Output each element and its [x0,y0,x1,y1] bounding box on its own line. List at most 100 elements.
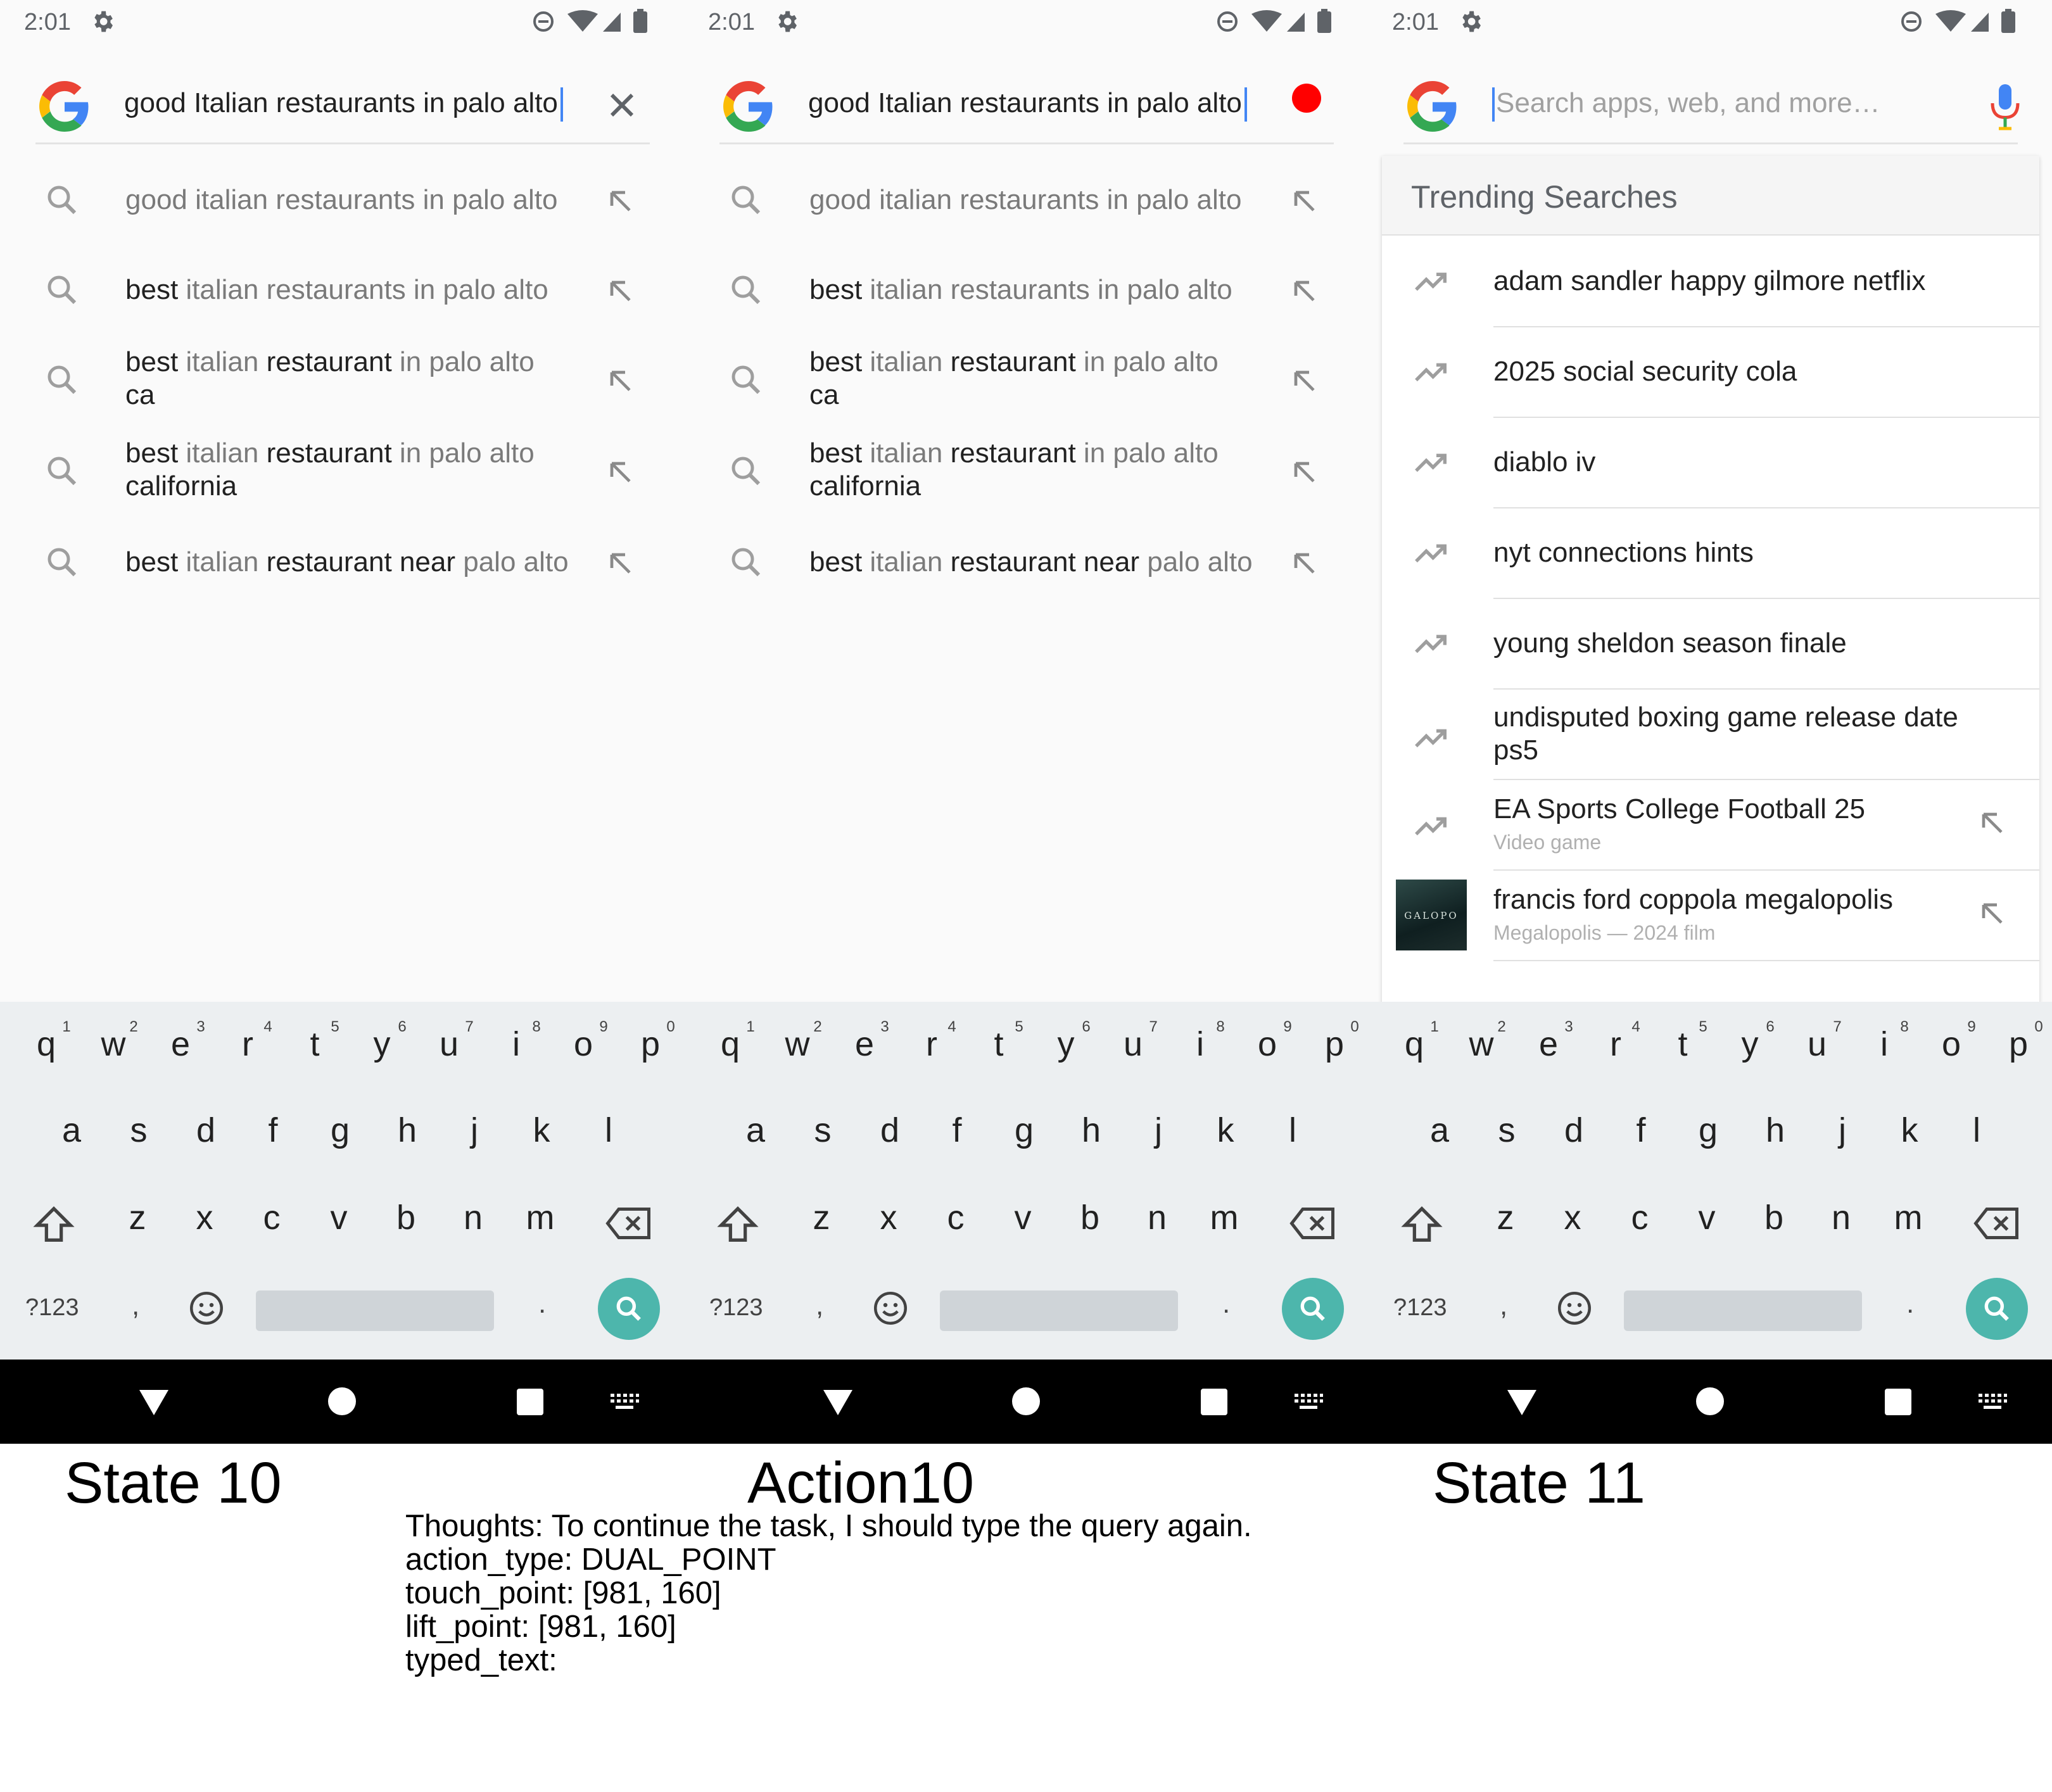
shift-icon[interactable] [1400,1203,1444,1247]
key-a[interactable]: a [1411,1111,1468,1150]
key-z[interactable]: z [109,1198,166,1237]
key-v[interactable]: v [1678,1198,1735,1237]
keyboard-switch-icon[interactable] [1293,1392,1324,1411]
key-n[interactable]: n [1813,1198,1870,1237]
search-key[interactable] [1282,1278,1344,1340]
emoji-icon[interactable] [187,1289,225,1327]
keyboard-switch-icon[interactable] [609,1392,640,1411]
suggestion-item[interactable]: best italian restaurant in palo alto cali… [0,437,684,519]
key-x[interactable]: x [1544,1198,1601,1237]
key-s[interactable]: s [110,1111,167,1150]
key-c[interactable]: c [927,1198,984,1237]
key-b[interactable]: b [1061,1198,1118,1237]
key-f[interactable]: f [928,1111,985,1150]
shift-icon[interactable] [716,1203,760,1247]
key-z[interactable]: z [793,1198,850,1237]
key-d[interactable]: d [861,1111,918,1150]
key-v[interactable]: v [310,1198,367,1237]
key-m[interactable]: m [512,1198,569,1237]
key-g[interactable]: g [1680,1111,1737,1150]
suggestion-item[interactable]: good italian restaurants in palo alto [684,181,1368,263]
search-bar[interactable]: good Italian restaurants in palo alto [719,68,1334,144]
key-z[interactable]: z [1477,1198,1534,1237]
period-key[interactable]: . [1222,1288,1230,1320]
backspace-icon[interactable] [1972,1204,2020,1242]
key-v[interactable]: v [994,1198,1051,1237]
back-icon[interactable] [822,1389,854,1417]
key-l[interactable]: l [1264,1111,1321,1150]
key-f[interactable]: f [1612,1111,1669,1150]
key-s[interactable]: s [1478,1111,1535,1150]
backspace-icon[interactable] [604,1204,652,1242]
key-n[interactable]: n [445,1198,502,1237]
suggestion-item[interactable]: best italian restaurant in palo alto cali… [684,437,1368,519]
trending-item[interactable]: young sheldon season finale [1382,599,2039,690]
space-bar[interactable] [940,1290,1178,1331]
space-bar[interactable] [1624,1290,1862,1331]
key-d[interactable]: d [1545,1111,1602,1150]
key-h[interactable]: h [1747,1111,1804,1150]
key-h[interactable]: h [379,1111,436,1150]
key-x[interactable]: x [860,1198,917,1237]
key-m[interactable]: m [1880,1198,1937,1237]
symbols-key[interactable]: ?123 [709,1294,763,1322]
period-key[interactable]: . [538,1288,546,1320]
fill-query-arrow-icon[interactable] [603,274,638,309]
back-icon[interactable] [138,1389,170,1417]
emoji-icon[interactable] [871,1289,909,1327]
key-c[interactable]: c [1611,1198,1668,1237]
suggestion-item[interactable]: best italian restaurant in palo alto ca [0,346,684,428]
key-c[interactable]: c [243,1198,300,1237]
suggestion-item[interactable]: best italian restaurant in palo alto ca [684,346,1368,428]
symbols-key[interactable]: ?123 [25,1294,79,1322]
key-s[interactable]: s [794,1111,851,1150]
key-g[interactable]: g [312,1111,369,1150]
key-b[interactable]: b [1745,1198,1802,1237]
fill-query-arrow-icon[interactable] [603,184,638,219]
trending-item[interactable]: GALOPO francis ford coppola megalopolis … [1382,871,2039,961]
trending-item[interactable]: adam sandler happy gilmore netflix [1382,237,2039,327]
fill-query-arrow-icon[interactable] [1287,274,1322,309]
key-l[interactable]: l [580,1111,637,1150]
key-k[interactable]: k [513,1111,570,1150]
emoji-icon[interactable] [1555,1289,1593,1327]
fill-query-arrow-icon[interactable] [603,546,638,581]
search-input[interactable]: Search apps, web, and more… [1492,87,1880,122]
key-k[interactable]: k [1881,1111,1938,1150]
trending-item[interactable]: 2025 social security cola [1382,327,2039,418]
microphone-icon[interactable] [1986,81,2024,132]
key-j[interactable]: j [446,1111,503,1150]
trending-item[interactable]: diablo iv [1382,418,2039,508]
key-f[interactable]: f [244,1111,301,1150]
key-n[interactable]: n [1129,1198,1186,1237]
key-g[interactable]: g [996,1111,1053,1150]
search-query-text[interactable]: good Italian restaurants in palo alto [808,87,1247,122]
search-bar[interactable]: Search apps, web, and more… [1403,68,2020,144]
recent-apps-icon[interactable] [1201,1389,1227,1415]
back-icon[interactable] [1506,1389,1538,1417]
keyboard-switch-icon[interactable] [1977,1392,2008,1411]
backspace-icon[interactable] [1288,1204,1336,1242]
key-k[interactable]: k [1197,1111,1254,1150]
search-key[interactable] [598,1278,660,1340]
key-m[interactable]: m [1196,1198,1253,1237]
fill-query-arrow-icon[interactable] [1975,896,2010,931]
home-icon[interactable] [1012,1387,1040,1415]
clear-icon[interactable] [602,85,642,125]
fill-query-arrow-icon[interactable] [1287,455,1322,490]
recent-apps-icon[interactable] [1885,1389,1911,1415]
shift-icon[interactable] [32,1203,76,1247]
key-d[interactable]: d [177,1111,234,1150]
key-a[interactable]: a [43,1111,100,1150]
trending-item[interactable]: nyt connections hints [1382,508,2039,599]
fill-query-arrow-icon[interactable] [1287,184,1322,219]
fill-query-arrow-icon[interactable] [1287,546,1322,581]
key-h[interactable]: h [1063,1111,1120,1150]
search-bar[interactable]: good Italian restaurants in palo alto [35,68,650,144]
key-a[interactable]: a [727,1111,784,1150]
trending-item[interactable]: EA Sports College Football 25 Video game [1382,780,2039,871]
symbols-key[interactable]: ?123 [1393,1294,1447,1322]
key-b[interactable]: b [377,1198,434,1237]
key-x[interactable]: x [176,1198,233,1237]
home-icon[interactable] [328,1387,356,1415]
